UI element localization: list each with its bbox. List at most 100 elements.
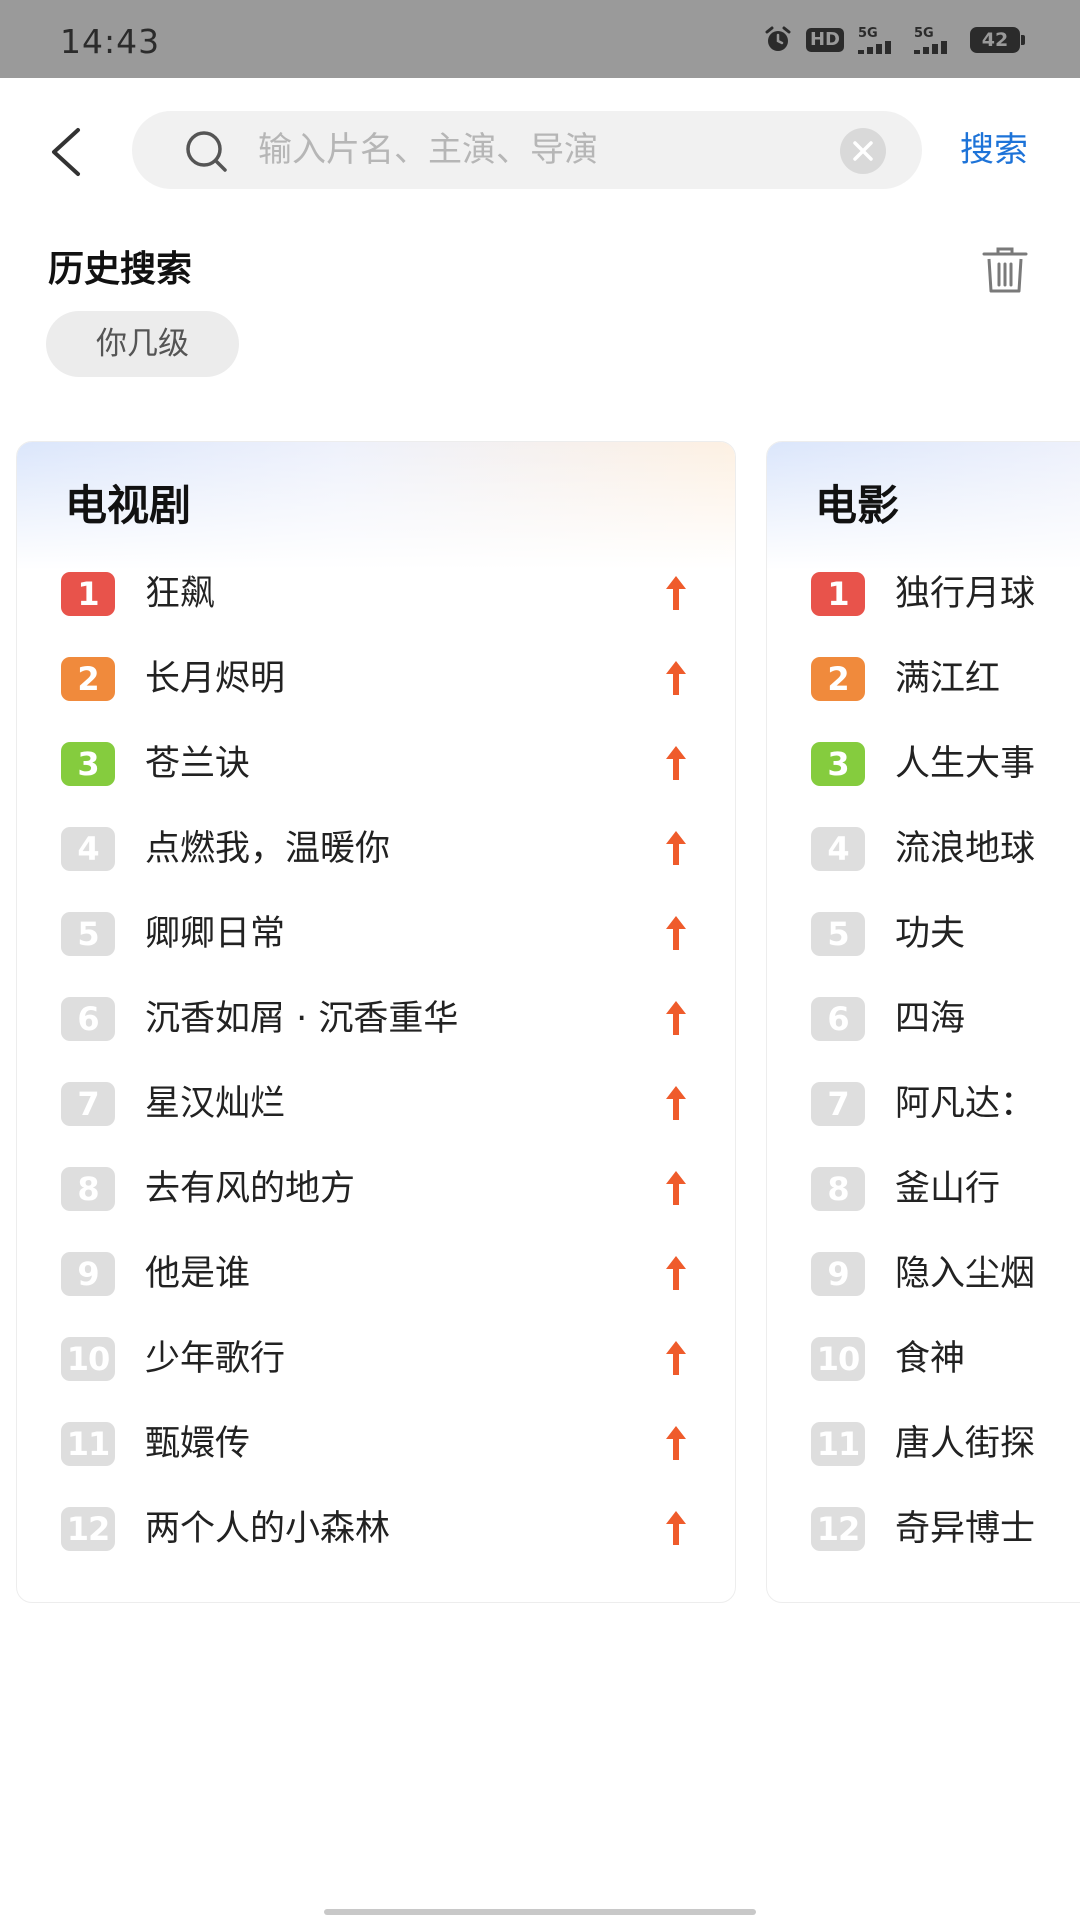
rank-number-badge: 11 <box>811 1422 865 1466</box>
ranking-item[interactable]: 2 满江红 <box>767 637 1080 722</box>
clear-icon[interactable] <box>840 128 886 174</box>
ranking-item[interactable]: 1 独行月球 <box>767 552 1080 637</box>
ranking-item[interactable]: 4 点燃我，温暖你 <box>17 807 735 892</box>
rank-number-badge: 4 <box>61 827 115 871</box>
hd-badge: HD <box>805 28 844 52</box>
status-time: 14:43 <box>60 22 161 61</box>
trend-up-icon <box>666 1171 686 1205</box>
ranking-item-title: 去有风的地方 <box>145 1169 356 1209</box>
ranking-item-title: 苍兰诀 <box>145 744 251 784</box>
ranking-item[interactable]: 3 人生大事 <box>767 722 1080 807</box>
search-icon <box>184 129 228 173</box>
ranking-item-title: 少年歌行 <box>145 1339 286 1379</box>
ranking-item[interactable]: 9 隐入尘烟 <box>767 1232 1080 1317</box>
rank-number-badge: 1 <box>61 572 115 616</box>
ranking-card-movie: 电影 1 独行月球 2 满江红 3 人生大事 4 流浪地球 5 功夫 6 四海 7 阿凡达： 8 釜山行 9 隐入… <box>766 441 1080 1603</box>
ranking-item-title: 釜山行 <box>895 1169 1001 1209</box>
rank-number-badge: 10 <box>61 1337 115 1381</box>
signal-2: 5G <box>914 27 956 54</box>
trend-up-icon <box>666 576 686 610</box>
rank-number-badge: 5 <box>811 912 865 956</box>
rank-number-badge: 6 <box>811 997 865 1041</box>
signal-1: 5G <box>858 27 900 54</box>
ranking-item[interactable]: 7 星汉灿烂 <box>17 1062 735 1147</box>
ranking-item-title: 唐人街探 <box>895 1424 1036 1464</box>
ranking-item[interactable]: 4 流浪地球 <box>767 807 1080 892</box>
search-input[interactable]: 输入片名、主演、导演 <box>132 111 922 189</box>
ranking-item-title: 卿卿日常 <box>145 914 286 954</box>
trash-icon[interactable] <box>980 246 1030 294</box>
back-arrow-icon[interactable] <box>44 124 88 180</box>
ranking-item[interactable]: 11 唐人街探 <box>767 1402 1080 1487</box>
rank-number-badge: 4 <box>811 827 865 871</box>
home-indicator <box>324 1909 756 1915</box>
ranking-item[interactable]: 12 奇异博士 <box>767 1487 1080 1572</box>
trend-up-icon <box>666 1511 686 1545</box>
ranking-item-title: 食神 <box>895 1339 966 1379</box>
ranking-item-title: 点燃我，温暖你 <box>145 829 391 869</box>
rank-number-badge: 3 <box>811 742 865 786</box>
rank-number-badge: 10 <box>811 1337 865 1381</box>
trend-up-icon <box>666 1086 686 1120</box>
card-header <box>767 442 1080 570</box>
card-title[interactable]: 电视剧 <box>65 478 191 534</box>
ranking-item-title: 长月烬明 <box>145 659 286 699</box>
alarm-icon <box>764 26 792 54</box>
ranking-item-title: 他是谁 <box>145 1254 251 1294</box>
battery-icon: 42 <box>970 27 1025 53</box>
rank-number-badge: 7 <box>61 1082 115 1126</box>
signal-icon <box>914 40 956 54</box>
rank-number-badge: 12 <box>811 1507 865 1551</box>
ranking-item-title: 狂飙 <box>145 574 216 614</box>
ranking-item[interactable]: 11 甄嬛传 <box>17 1402 735 1487</box>
ranking-item[interactable]: 2 长月烬明 <box>17 637 735 722</box>
ranking-item-title: 星汉灿烂 <box>145 1084 286 1124</box>
ranking-item[interactable]: 12 两个人的小森林 <box>17 1487 735 1572</box>
trend-up-icon <box>666 1256 686 1290</box>
ranking-item[interactable]: 5 卿卿日常 <box>17 892 735 977</box>
ranking-item[interactable]: 7 阿凡达： <box>767 1062 1080 1147</box>
ranking-item[interactable]: 6 四海 <box>767 977 1080 1062</box>
status-icons: HD 5G 5G 42 <box>764 26 1025 54</box>
rank-number-badge: 12 <box>61 1507 115 1551</box>
ranking-list: 1 狂飙 2 长月烬明 3 苍兰诀 4 点燃我，温暖你 5 卿卿日常 6 沉香如屑 · 沉香重华 7 星汉… <box>17 552 735 1572</box>
rank-number-badge: 7 <box>811 1082 865 1126</box>
network-type-label: 5G <box>858 25 878 41</box>
trend-up-icon <box>666 1001 686 1035</box>
ranking-item[interactable]: 6 沉香如屑 · 沉香重华 <box>17 977 735 1062</box>
ranking-item[interactable]: 8 釜山行 <box>767 1147 1080 1232</box>
network-type-label: 5G <box>914 25 934 41</box>
ranking-item-title: 四海 <box>895 999 966 1039</box>
rank-number-badge: 2 <box>811 657 865 701</box>
ranking-item-title: 隐入尘烟 <box>895 1254 1036 1294</box>
rank-number-badge: 11 <box>61 1422 115 1466</box>
ranking-item[interactable]: 9 他是谁 <box>17 1232 735 1317</box>
ranking-item-title: 甄嬛传 <box>145 1424 251 1464</box>
ranking-item[interactable]: 1 狂飙 <box>17 552 735 637</box>
trend-up-icon <box>666 1426 686 1460</box>
ranking-item[interactable]: 10 食神 <box>767 1317 1080 1402</box>
search-placeholder: 输入片名、主演、导演 <box>258 130 598 170</box>
ranking-item[interactable]: 8 去有风的地方 <box>17 1147 735 1232</box>
rank-number-badge: 8 <box>811 1167 865 1211</box>
ranking-list: 1 独行月球 2 满江红 3 人生大事 4 流浪地球 5 功夫 6 四海 7 阿凡达： 8 釜山行 9 隐入尘烟 1… <box>767 552 1080 1572</box>
rank-number-badge: 6 <box>61 997 115 1041</box>
trend-up-icon <box>666 1341 686 1375</box>
ranking-item-title: 沉香如屑 · 沉香重华 <box>145 999 459 1039</box>
trend-up-icon <box>666 916 686 950</box>
rank-number-badge: 9 <box>811 1252 865 1296</box>
rank-number-badge: 8 <box>61 1167 115 1211</box>
history-chip[interactable]: 你几级 <box>46 311 239 377</box>
card-title[interactable]: 电影 <box>815 478 899 534</box>
rank-number-badge: 3 <box>61 742 115 786</box>
ranking-item[interactable]: 5 功夫 <box>767 892 1080 977</box>
ranking-item-title: 人生大事 <box>895 744 1036 784</box>
rank-number-badge: 1 <box>811 572 865 616</box>
ranking-item-title: 独行月球 <box>895 574 1036 614</box>
ranking-item[interactable]: 10 少年歌行 <box>17 1317 735 1402</box>
ranking-item-title: 阿凡达： <box>895 1084 1036 1124</box>
search-button[interactable]: 搜索 <box>960 128 1028 172</box>
trend-up-icon <box>666 746 686 780</box>
ranking-item[interactable]: 3 苍兰诀 <box>17 722 735 807</box>
history-title: 历史搜索 <box>48 249 193 290</box>
